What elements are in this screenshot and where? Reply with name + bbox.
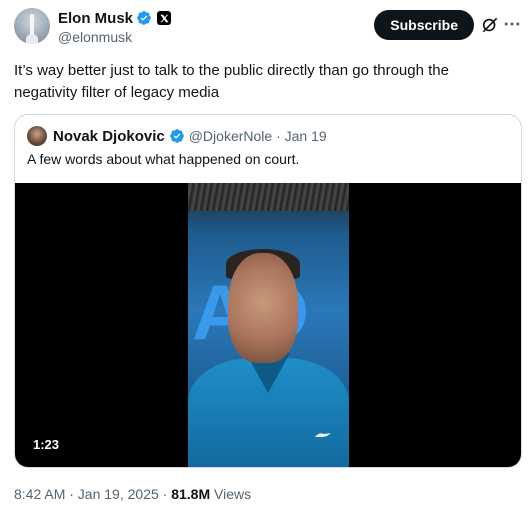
video-player[interactable]: AO 1:23 [15,183,521,467]
verified-icon [137,11,151,25]
author-block: Elon Musk @elonmusk [58,9,172,45]
author-handle[interactable]: @elonmusk [58,29,171,45]
subscribe-button[interactable]: Subscribe [374,10,474,40]
x-badge-icon [157,11,172,25]
video-duration: 1:23 [33,437,60,452]
quoted-tweet[interactable]: Novak Djokovic @DjokerNole · Jan 19 A fe… [14,114,522,468]
grok-icon[interactable] [480,15,500,35]
more-icon[interactable] [502,14,522,34]
tweet-meta: 8:42 AM · Jan 19, 2025 · 81.8M Views [14,486,251,502]
views-count: 81.8M [171,486,211,502]
avatar[interactable] [14,8,50,44]
quoted-author-name[interactable]: Novak Djokovic [53,128,165,145]
tweet-header: Elon Musk @elonmusk Subscribe [14,8,522,48]
views-label: Views [210,486,252,502]
quoted-avatar[interactable] [27,126,47,146]
quoted-text: A few words about what happened on court… [27,151,300,167]
verified-icon [169,129,184,143]
video-thumbnail: AO [188,183,349,467]
tweet-text: It’s way better just to talk to the publ… [14,62,449,101]
quoted-handle-date[interactable]: @DjokerNole · Jan 19 [189,128,327,144]
author-name[interactable]: Elon Musk [58,10,133,27]
croc-logo-icon [315,433,331,437]
timestamp[interactable]: 8:42 AM · Jan 19, 2025 · [14,486,171,502]
quoted-tweet-header: Novak Djokovic @DjokerNole · Jan 19 [27,126,327,146]
